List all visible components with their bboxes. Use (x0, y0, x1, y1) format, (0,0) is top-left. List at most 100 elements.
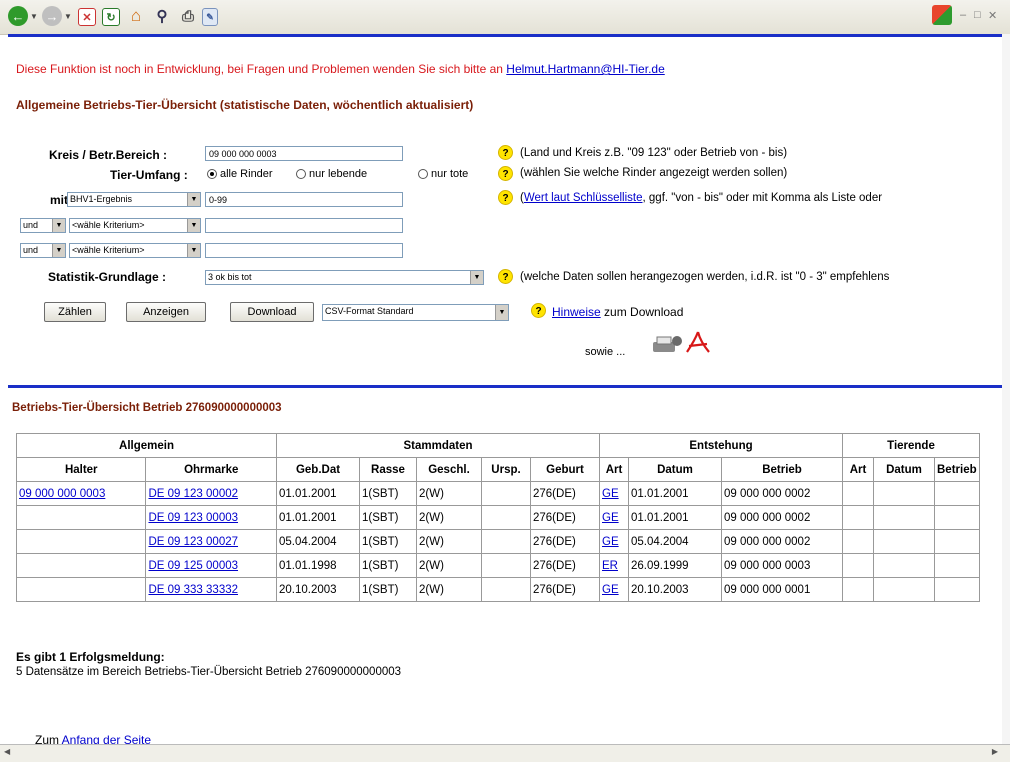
art-link[interactable]: GE (599, 481, 629, 506)
help-icon-kreis[interactable]: ? (498, 145, 513, 160)
col-halter: Halter (15, 457, 147, 482)
halter-cell (15, 529, 147, 554)
printer-icon[interactable] (651, 334, 683, 354)
schluesselliste-link[interactable]: Wert laut Schlüsselliste (524, 192, 643, 204)
kreis-label: Kreis / Betr.Bereich : (49, 148, 168, 162)
contact-email-link[interactable]: Helmut.Hartmann@HI-Tier.de (506, 62, 664, 76)
geburt-cell: 276(DE) (530, 553, 600, 578)
stop-icon[interactable]: ✕ (78, 8, 96, 26)
forward-dropdown-icon[interactable]: ▼ (64, 12, 72, 21)
tierende-datum-cell (873, 505, 935, 530)
col-entstehung-art: Art (599, 457, 629, 482)
mit-criterion-select[interactable]: BHV1-Ergebnis ▼ (67, 192, 201, 207)
tierende-datum-cell (873, 553, 935, 578)
criterion-select-2[interactable]: <wähle Kriterium> ▼ (69, 243, 201, 258)
gebdat-cell: 05.04.2004 (276, 529, 360, 554)
radio-living-icon[interactable] (296, 169, 306, 180)
datum-cell: 20.10.2003 (628, 577, 722, 602)
hinweise-link[interactable]: Hinweise (552, 305, 601, 319)
browser-toolbar: ← ▼ → ▼ ✕ ↻ ⌂ ⚲ ⎙ ✎ – □ ✕ (0, 0, 1010, 35)
kreis-input[interactable]: 09 000 000 0003 (205, 146, 403, 161)
help-icon-download[interactable]: ? (531, 303, 546, 318)
edit-page-icon[interactable]: ✎ (202, 8, 218, 26)
back-icon[interactable]: ← (8, 6, 28, 26)
format-select[interactable]: CSV-Format Standard ▼ (322, 304, 509, 321)
criterion-value-input-1[interactable] (205, 218, 403, 233)
pdf-icon[interactable] (685, 330, 711, 356)
ohrmarke-link[interactable]: DE 09 123 00002 (145, 481, 277, 506)
table-row: DE 09 123 00027 05.04.2004 1(SBT) 2(W) 2… (15, 529, 980, 554)
und-select-2[interactable]: und ▼ (20, 243, 66, 258)
ohrmarke-link[interactable]: DE 09 125 00003 (145, 553, 277, 578)
betrieb-cell: 09 000 000 0001 (721, 577, 843, 602)
statistik-select[interactable]: 3 ok bis tot ▼ (205, 270, 484, 285)
radio-dead-label: nur tote (431, 168, 469, 180)
tier-radio-dead[interactable]: nur tote (418, 168, 468, 180)
col-tierende-datum: Datum (873, 457, 935, 482)
art-link[interactable]: ER (599, 553, 629, 578)
message-title: Es gibt 1 Erfolgsmeldung: (16, 650, 165, 664)
tierende-betrieb-cell (934, 505, 980, 530)
statistik-hint: (welche Daten sollen herangezogen werden… (520, 271, 890, 283)
scroll-right-icon[interactable]: ▶ (992, 747, 998, 756)
minimize-icon[interactable]: – (960, 9, 966, 21)
mit-hint: (Wert laut Schlüsselliste, ggf. "von - b… (520, 192, 882, 204)
ursp-cell (481, 553, 531, 578)
mit-criterion-value: BHV1-Ergebnis (70, 194, 133, 204)
betrieb-cell: 09 000 000 0002 (721, 505, 843, 530)
dev-notice-text: Diese Funktion ist noch in Entwicklung, … (16, 62, 503, 76)
betrieb-cell: 09 000 000 0002 (721, 481, 843, 506)
print-icon[interactable]: ⎙ (178, 6, 198, 26)
rasse-cell: 1(SBT) (359, 481, 417, 506)
tierende-art-cell (842, 505, 874, 530)
tierende-art-cell (842, 481, 874, 506)
mit-value-input[interactable]: 0-99 (205, 192, 403, 207)
rasse-cell: 1(SBT) (359, 553, 417, 578)
geburt-cell: 276(DE) (530, 481, 600, 506)
restore-icon[interactable]: □ (974, 9, 981, 21)
search-icon[interactable]: ⚲ (152, 6, 172, 26)
forward-icon[interactable]: → (42, 6, 62, 26)
close-icon[interactable]: ✕ (988, 9, 997, 22)
count-button[interactable]: Zählen (44, 302, 106, 322)
ohrmarke-link[interactable]: DE 09 333 33332 (145, 577, 277, 602)
datum-cell: 01.01.2001 (628, 505, 722, 530)
radio-all-icon[interactable] (207, 169, 217, 180)
ohrmarke-link[interactable]: DE 09 123 00003 (145, 505, 277, 530)
group-header-tierende: Tierende (842, 433, 980, 458)
vertical-scrollbar[interactable] (1002, 34, 1010, 744)
halter-link[interactable]: 09 000 000 0003 (15, 481, 147, 506)
help-icon-mit[interactable]: ? (498, 190, 513, 205)
tier-radio-all[interactable]: alle Rinder (207, 168, 273, 180)
help-icon-statistik[interactable]: ? (498, 269, 513, 284)
statistik-label: Statistik-Grundlage : (48, 270, 167, 284)
und-select-1-value: und (23, 220, 39, 230)
scroll-left-icon[interactable]: ◀ (4, 747, 10, 756)
tier-radio-living[interactable]: nur lebende (296, 168, 367, 180)
radio-living-label: nur lebende (309, 168, 368, 180)
help-icon-tier[interactable]: ? (498, 166, 513, 181)
format-select-value: CSV-Format Standard (325, 306, 414, 316)
download-button[interactable]: Download (230, 302, 314, 322)
art-link[interactable]: GE (599, 577, 629, 602)
ohrmarke-link[interactable]: DE 09 123 00027 (145, 529, 277, 554)
horizontal-scrollbar[interactable]: ◀ ▶ (0, 744, 1010, 762)
betrieb-cell: 09 000 000 0003 (721, 553, 843, 578)
back-dropdown-icon[interactable]: ▼ (30, 12, 38, 21)
page-title: Allgemeine Betriebs-Tier-Übersicht (stat… (16, 98, 474, 112)
art-link[interactable]: GE (599, 505, 629, 530)
art-link[interactable]: GE (599, 529, 629, 554)
chevron-down-icon: ▼ (495, 305, 508, 320)
group-header-row: Allgemein Stammdaten Entstehung Tierende (16, 433, 980, 458)
home-icon[interactable]: ⌂ (126, 6, 146, 26)
radio-all-label: alle Rinder (220, 168, 273, 180)
show-button[interactable]: Anzeigen (126, 302, 206, 322)
col-geburt: Geburt (530, 457, 600, 482)
refresh-icon[interactable]: ↻ (102, 8, 120, 26)
criterion-value-input-2[interactable] (205, 243, 403, 258)
radio-dead-icon[interactable] (418, 169, 428, 180)
windows-flag-icon (932, 5, 952, 25)
criterion-select-1[interactable]: <wähle Kriterium> ▼ (69, 218, 201, 233)
group-header-allgemein: Allgemein (16, 433, 277, 458)
und-select-1[interactable]: und ▼ (20, 218, 66, 233)
